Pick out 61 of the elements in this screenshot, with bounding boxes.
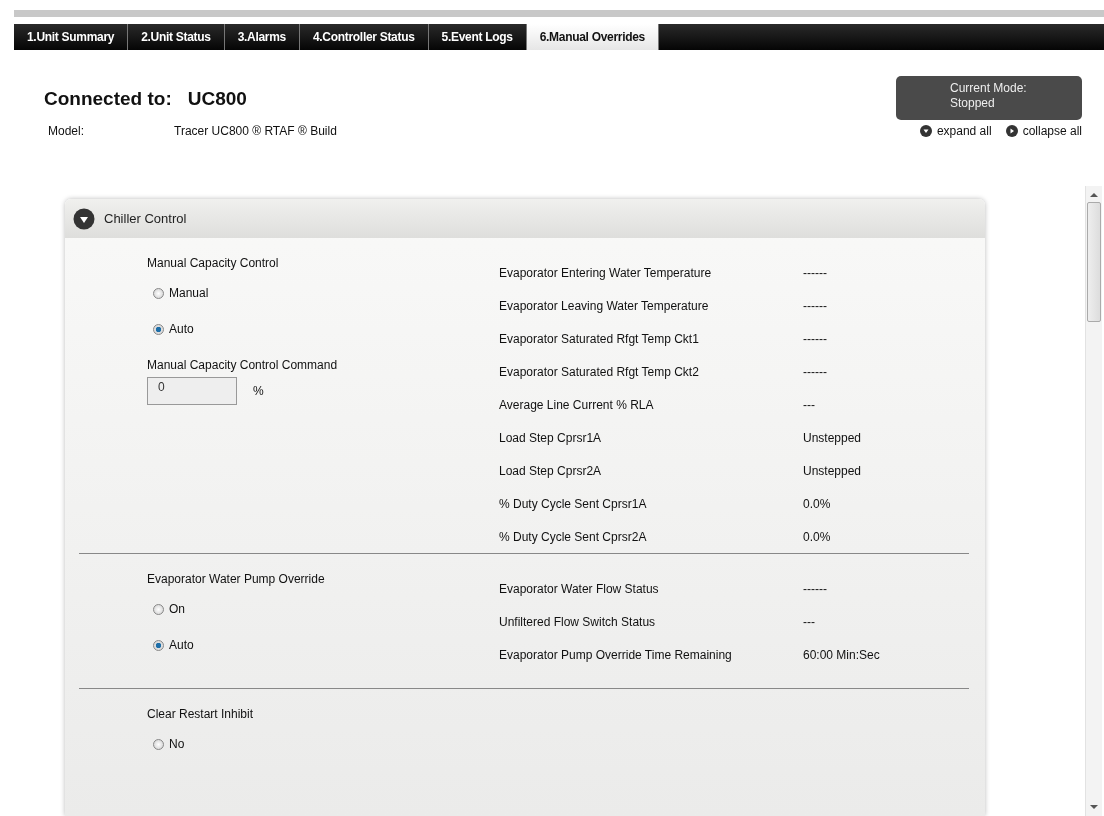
reading-name: Evaporator Saturated Rfgt Temp Ckt2 [499, 364, 700, 379]
reading-name: Average Line Current % RLA [499, 397, 655, 412]
reading-name: Evaporator Entering Water Temperature [499, 265, 713, 280]
section-title: Clear Restart Inhibit [147, 707, 255, 721]
reading-value: 60:00 Min:Sec [803, 647, 880, 662]
expand-icon [919, 125, 932, 137]
reading-name: Load Step Cprsr2A [499, 463, 603, 478]
command-input[interactable]: 0 [147, 377, 237, 405]
radio-label[interactable]: On [169, 602, 185, 616]
scroll-up-icon [1090, 192, 1098, 198]
reading-name: % Duty Cycle Sent Cprsr2A [499, 529, 648, 544]
reading-value: ------ [803, 581, 827, 596]
reading-name: % Duty Cycle Sent Cprsr1A [499, 496, 648, 511]
reading-name: Evaporator Saturated Rfgt Temp Ckt1 [499, 331, 700, 346]
connected-label: Connected to: [44, 88, 172, 111]
model-label: Model: [48, 124, 86, 138]
connected-device: UC800 [187, 88, 247, 111]
scroll-down-icon [1090, 804, 1098, 810]
scroll-thumb[interactable] [1087, 202, 1101, 322]
section-title: Evaporator Water Pump Override [147, 572, 326, 586]
reading-name: Load Step Cprsr1A [499, 430, 603, 445]
radio-label[interactable]: Auto [169, 322, 194, 336]
section-title: Manual Capacity Control [147, 256, 280, 270]
reading-name: Evaporator Pump Override Time Remaining [499, 647, 733, 662]
reading-name: Unfiltered Flow Switch Status [499, 614, 657, 629]
reading-value: ------ [803, 331, 827, 346]
radio-button[interactable] [153, 603, 164, 615]
radio-button[interactable] [153, 323, 164, 335]
panel-header[interactable]: Chiller Control [65, 199, 985, 238]
radio-label[interactable]: Auto [169, 638, 194, 652]
reading-value: Unstepped [803, 463, 862, 478]
reading-name: Evaporator Leaving Water Temperature [499, 298, 710, 313]
tab[interactable]: 3.Alarms [224, 24, 300, 50]
tab[interactable]: 6.Manual Overrides [526, 24, 659, 50]
radio-label[interactable]: Manual [169, 286, 209, 300]
collapse-all-link[interactable]: collapse all [1005, 124, 1082, 138]
command-label: Manual Capacity Control Command [147, 358, 339, 372]
reading-value: 0.0% [803, 496, 831, 511]
reading-value: 0.0% [803, 529, 831, 544]
radio-button[interactable] [153, 738, 164, 750]
reading-value: ------ [803, 265, 827, 280]
tab[interactable]: 1.Unit Summary [14, 24, 129, 50]
reading-value: ------ [803, 364, 827, 379]
collapse-icon [73, 207, 95, 230]
tab[interactable]: 4.Controller Status [299, 24, 429, 50]
unit-label: % [253, 384, 264, 398]
current-mode-box: Current Mode: Stopped [896, 76, 1082, 120]
reading-value: ------ [803, 298, 827, 313]
reading-value: Unstepped [803, 430, 862, 445]
expand-all-link[interactable]: expand all [919, 124, 992, 138]
collapse-icon [1005, 125, 1018, 137]
reading-name: Evaporator Water Flow Status [499, 581, 660, 596]
tab[interactable]: 5.Event Logs [428, 24, 527, 50]
tab[interactable]: 2.Unit Status [128, 24, 225, 50]
model-value: Tracer UC800 ® RTAF ® Build [174, 124, 337, 138]
reading-value: --- [803, 397, 815, 412]
scrollbar[interactable] [1085, 186, 1102, 816]
radio-label[interactable]: No [169, 737, 185, 751]
radio-button[interactable] [153, 287, 164, 299]
radio-button[interactable] [153, 639, 164, 651]
reading-value: --- [803, 614, 815, 629]
